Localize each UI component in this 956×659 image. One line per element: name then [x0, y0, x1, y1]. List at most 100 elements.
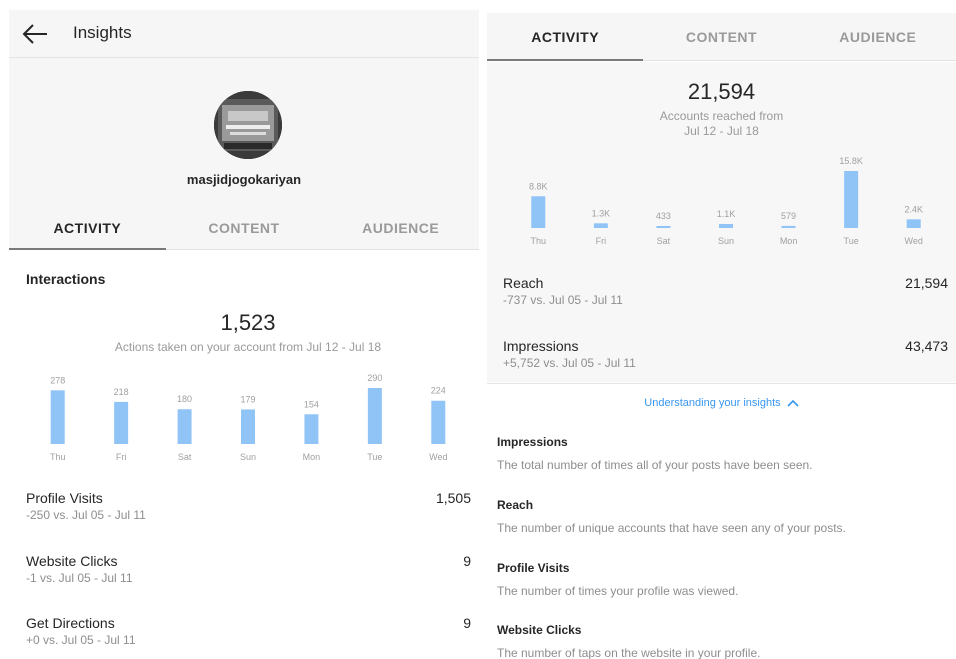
- bar-mon: [304, 414, 319, 444]
- bar-value-label: 579: [781, 211, 796, 221]
- bar-value-label: 154: [304, 399, 319, 409]
- metric-name: Get Directions: [26, 615, 115, 631]
- bar-category-label: Sat: [178, 452, 192, 462]
- bar-category-label: Sat: [657, 236, 671, 246]
- metric-name: Website Clicks: [26, 553, 118, 569]
- tab-content[interactable]: CONTENT: [643, 19, 799, 61]
- bar-chart-svg: 8.8K Thu 1.3K Fri 433 Sat 1.1K Sun 579 Mon 15.8K Tu…: [529, 156, 923, 246]
- metric-delta: -1 vs. Jul 05 - Jul 11: [26, 571, 133, 585]
- definition-title: Reach: [497, 498, 534, 512]
- bar-category-label: Thu: [531, 236, 547, 246]
- tab-content[interactable]: CONTENT: [166, 210, 323, 250]
- metric-website-clicks: Website Clicks -1 vs. Jul 05 - Jul 11 9: [26, 553, 471, 585]
- interactions-caption: Actions taken on your account from Jul 1…: [114, 340, 382, 354]
- bar-tue: [367, 388, 382, 444]
- bar-value-label: 179: [240, 394, 255, 404]
- bar-wed: [431, 400, 446, 444]
- bar-value-label: 15.8K: [839, 156, 863, 166]
- metric-value: 1,505: [435, 490, 471, 506]
- definition-text: The total number of times all of your po…: [497, 458, 813, 472]
- reach-caption-line1: Accounts reached from: [659, 109, 784, 123]
- bar-chart-svg: 278 Thu 218 Fri 180 Sat 179 Sun 154 Mon 290 Tue 224 W…: [50, 373, 448, 462]
- definition-text: The number of taps on the website in you…: [497, 646, 761, 659]
- bar-value-label: 180: [177, 394, 192, 404]
- bar-fri: [593, 223, 608, 228]
- metric-get-directions: Get Directions +0 vs. Jul 05 - Jul 11 9: [26, 615, 471, 647]
- bar-value-label: 1.3K: [592, 208, 611, 218]
- bar-category-label: Wed: [905, 236, 923, 246]
- interactions-total: 1,523: [220, 310, 276, 335]
- bar-value-label: 218: [114, 387, 129, 397]
- bar-category-label: Sun: [718, 236, 734, 246]
- right-insights-panel: ACTIVITY CONTENT AUDIENCE 21,594 Account…: [487, 0, 956, 659]
- bar-value-label: 1.1K: [717, 209, 736, 219]
- metric-value: 21,594: [905, 275, 948, 291]
- bar-value-label: 433: [656, 211, 671, 221]
- back-arrow-icon[interactable]: [21, 22, 49, 46]
- metric-value: 9: [463, 615, 471, 631]
- insights-top-bar: Insights: [9, 10, 479, 58]
- bar-value-label: 278: [50, 375, 65, 385]
- definition-text: The number of times your profile was vie…: [497, 584, 739, 598]
- mosque-logo-icon: [214, 91, 282, 159]
- tab-audience[interactable]: AUDIENCE: [800, 19, 956, 61]
- reach-caption-line2: Jul 12 - Jul 18: [684, 124, 759, 138]
- bar-tue: [844, 171, 859, 228]
- bar-value-label: 224: [431, 386, 446, 396]
- metric-value: 43,473: [905, 338, 948, 354]
- bar-sun: [719, 224, 733, 228]
- metric-name: Profile Visits: [26, 490, 103, 506]
- avatar[interactable]: [214, 91, 282, 159]
- metric-delta: -250 vs. Jul 05 - Jul 11: [26, 508, 146, 522]
- bar-wed: [906, 219, 921, 228]
- bar-category-label: Wed: [429, 452, 447, 462]
- bar-sat: [656, 226, 671, 228]
- interactions-heading: Interactions: [26, 271, 106, 287]
- metric-reach: Reach -737 vs. Jul 05 - Jul 11 21,594: [503, 275, 948, 307]
- bar-value-label: 290: [367, 373, 382, 383]
- left-insights-panel: Insights masjidjogokariyan ACTIVITY CONT…: [0, 0, 487, 659]
- metric-delta: +5,752 vs. Jul 05 - Jul 11: [503, 356, 636, 370]
- metric-value: 9: [463, 553, 471, 569]
- section-divider: [487, 383, 956, 384]
- understanding-insights-link[interactable]: Understanding your insights: [487, 397, 956, 409]
- understanding-insights-label: Understanding your insights: [644, 397, 781, 409]
- bar-category-label: Tue: [844, 236, 859, 246]
- bar-category-label: Fri: [116, 452, 127, 462]
- bar-category-label: Thu: [50, 452, 66, 462]
- bar-category-label: Mon: [780, 236, 798, 246]
- bar-value-label: 2.4K: [904, 204, 923, 214]
- bar-category-label: Fri: [596, 236, 607, 246]
- tab-audience[interactable]: AUDIENCE: [322, 210, 479, 250]
- bar-value-label: 8.8K: [529, 181, 548, 191]
- definition-title: Website Clicks: [497, 623, 582, 637]
- metric-impressions: Impressions +5,752 vs. Jul 05 - Jul 11 4…: [503, 338, 948, 370]
- definition-title: Impressions: [497, 435, 568, 449]
- tab-activity[interactable]: ACTIVITY: [9, 210, 166, 250]
- metric-name: Reach: [503, 275, 544, 291]
- metric-delta: -737 vs. Jul 05 - Jul 11: [503, 293, 623, 307]
- tab-activity[interactable]: ACTIVITY: [487, 19, 644, 61]
- chevron-up-icon: [787, 399, 799, 407]
- page-title: Insights: [73, 23, 132, 42]
- bar-thu: [531, 196, 546, 228]
- metric-delta: +0 vs. Jul 05 - Jul 11: [26, 633, 136, 647]
- bar-thu: [50, 390, 65, 444]
- metric-name: Impressions: [503, 338, 579, 354]
- bar-category-label: Tue: [367, 452, 382, 462]
- bar-category-label: Mon: [303, 452, 321, 462]
- metric-profile-visits: Profile Visits -250 vs. Jul 05 - Jul 11 …: [26, 490, 471, 522]
- bar-fri: [114, 401, 129, 444]
- reach-total: 21,594: [687, 79, 756, 104]
- definition-text: The number of unique accounts that have …: [497, 521, 846, 535]
- definition-title: Profile Visits: [497, 561, 570, 575]
- left-tab-bar: ACTIVITY CONTENT AUDIENCE: [9, 210, 479, 250]
- reach-bar-chart: 8.8K Thu 1.3K Fri 433 Sat 1.1K Sun 579 Mon 15.8K Tu…: [507, 152, 945, 252]
- bar-mon: [781, 225, 796, 228]
- right-tab-bar: ACTIVITY CONTENT AUDIENCE: [487, 19, 956, 61]
- interactions-bar-chart: 278 Thu 218 Fri 180 Sat 179 Sun 154 Mon 290 Tue 224 W…: [26, 368, 470, 468]
- bar-category-label: Sun: [240, 452, 256, 462]
- bar-sun: [241, 409, 255, 444]
- bar-sat: [177, 409, 192, 444]
- profile-username[interactable]: masjidjogokariyan: [9, 172, 479, 187]
